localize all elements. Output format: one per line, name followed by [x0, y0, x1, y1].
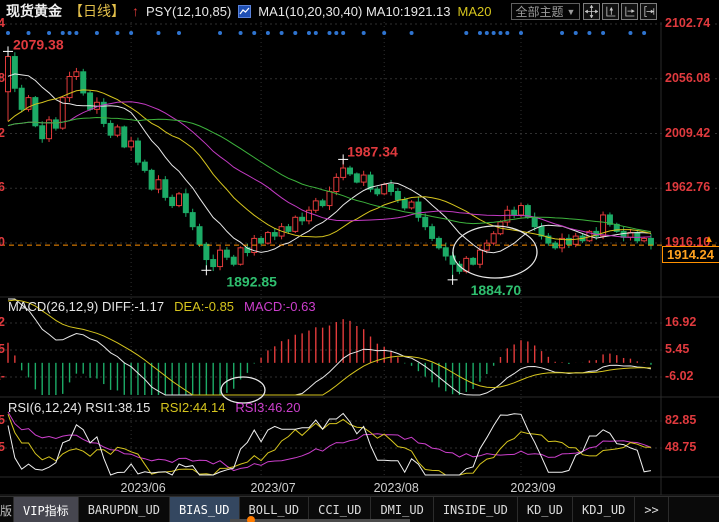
- price-annotation-1884.70: 1884.70: [471, 282, 522, 298]
- ma20-label: MA20: [458, 4, 492, 19]
- clipped-left-axis-label: 2009.42: [0, 126, 5, 140]
- symbol-name: 现货黄金: [6, 1, 62, 21]
- clipped-left-axis-label: -6.02: [0, 369, 5, 383]
- macd-axis-label: 5.45: [663, 342, 691, 356]
- price-axis-label: 2056.08: [663, 71, 712, 85]
- month-label: 2023/09: [510, 481, 555, 495]
- rsi-header: RSI(6,12,24) RSI1:38.15 RSI2:44.14 RSI3:…: [8, 400, 300, 415]
- psy-indicator-label: PSY(12,10,85): [146, 4, 231, 19]
- shift-right-button[interactable]: [640, 3, 657, 20]
- macd-axis-label: 16.92: [663, 315, 698, 329]
- price-annotation-1987.34: 1987.34: [347, 143, 398, 159]
- macd-macd-value: MACD:-0.63: [244, 299, 316, 314]
- theme-dropdown-label: 全部主题: [516, 3, 564, 20]
- current-price-arrow-icon: ▲: [704, 234, 714, 245]
- clipped-left-axis-label: 48.75: [0, 440, 5, 454]
- theme-dropdown[interactable]: 全部主题 ▼: [511, 3, 580, 20]
- indicator-tab-vip[interactable]: VIP指标: [14, 497, 79, 522]
- crosshair-pan-button[interactable]: [583, 3, 600, 20]
- macd-dea-value: DEA:-0.85: [174, 299, 234, 314]
- macd-axis-label: -6.02: [663, 369, 696, 383]
- clipped-left-axis-label: 2056.08: [0, 71, 5, 85]
- month-label: 2023/07: [250, 481, 295, 495]
- rsi-axis-label: 48.75: [663, 440, 698, 454]
- indicator-tab-inside_ud[interactable]: INSIDE_UD: [434, 497, 518, 522]
- rsi2-value: RSI2:44.14: [160, 400, 225, 415]
- scale-y-axis-button[interactable]: [602, 3, 619, 20]
- clipped-left-axis-label: 1916.10: [0, 235, 5, 249]
- current-price-tag: 1914.24: [662, 246, 719, 263]
- scrollbar-marker[interactable]: [247, 516, 255, 522]
- macd-header: MACD(26,12,9) DIFF:-1.17 DEA:-0.85 MACD:…: [8, 299, 316, 314]
- price-axis-label: 1962.76: [663, 180, 712, 194]
- rsi3-value: RSI3:46.20: [235, 400, 300, 415]
- month-label: 2023/08: [374, 481, 419, 495]
- up-arrow-icon: ↑: [132, 4, 139, 18]
- indicator-tab-barupdn_ud[interactable]: BARUPDN_UD: [79, 497, 170, 522]
- indicator-tab-kd_ud[interactable]: KD_UD: [518, 497, 573, 522]
- ma-values-label: MA1(10,20,30,40) MA10:1921.13: [258, 4, 450, 19]
- indicator-tab-kdj_ud[interactable]: KDJ_UD: [573, 497, 635, 522]
- price-axis-label: 2009.42: [663, 126, 712, 140]
- rsi-axis-label: 82.85: [663, 413, 698, 427]
- clipped-left-axis-label: 1962.76: [0, 180, 5, 194]
- scale-x-axis-button[interactable]: [621, 3, 638, 20]
- chart-canvas[interactable]: 2079.38 1892.85 1987.34 1884.70: [0, 0, 719, 496]
- month-label: 2023/06: [121, 481, 166, 495]
- price-annotation-2079.38: 2079.38: [13, 36, 64, 52]
- period-label: 【日线】: [69, 1, 125, 21]
- clipped-left-axis-label: 5.45: [0, 342, 5, 356]
- rsi-name-and-rsi1: RSI(6,12,24) RSI1:38.15: [8, 400, 150, 415]
- price-annotation-1892.85: 1892.85: [226, 273, 277, 289]
- indicator-tab->>[interactable]: >>: [635, 497, 668, 522]
- indicator-tab-[interactable]: 版: [0, 497, 14, 522]
- clipped-left-axis-label: 82.85: [0, 413, 5, 427]
- clipped-left-axis-label: 16.92: [0, 315, 5, 329]
- chart-toolbar: [583, 3, 657, 20]
- macd-name-and-diff: MACD(26,12,9) DIFF:-1.17: [8, 299, 164, 314]
- trading-app-window: 2079.38 1892.85 1987.34 1884.70 现货黄金 【日线】 ↑…: [0, 0, 719, 522]
- ma-chart-icon: [238, 5, 251, 18]
- chevron-down-icon: ▼: [567, 7, 576, 17]
